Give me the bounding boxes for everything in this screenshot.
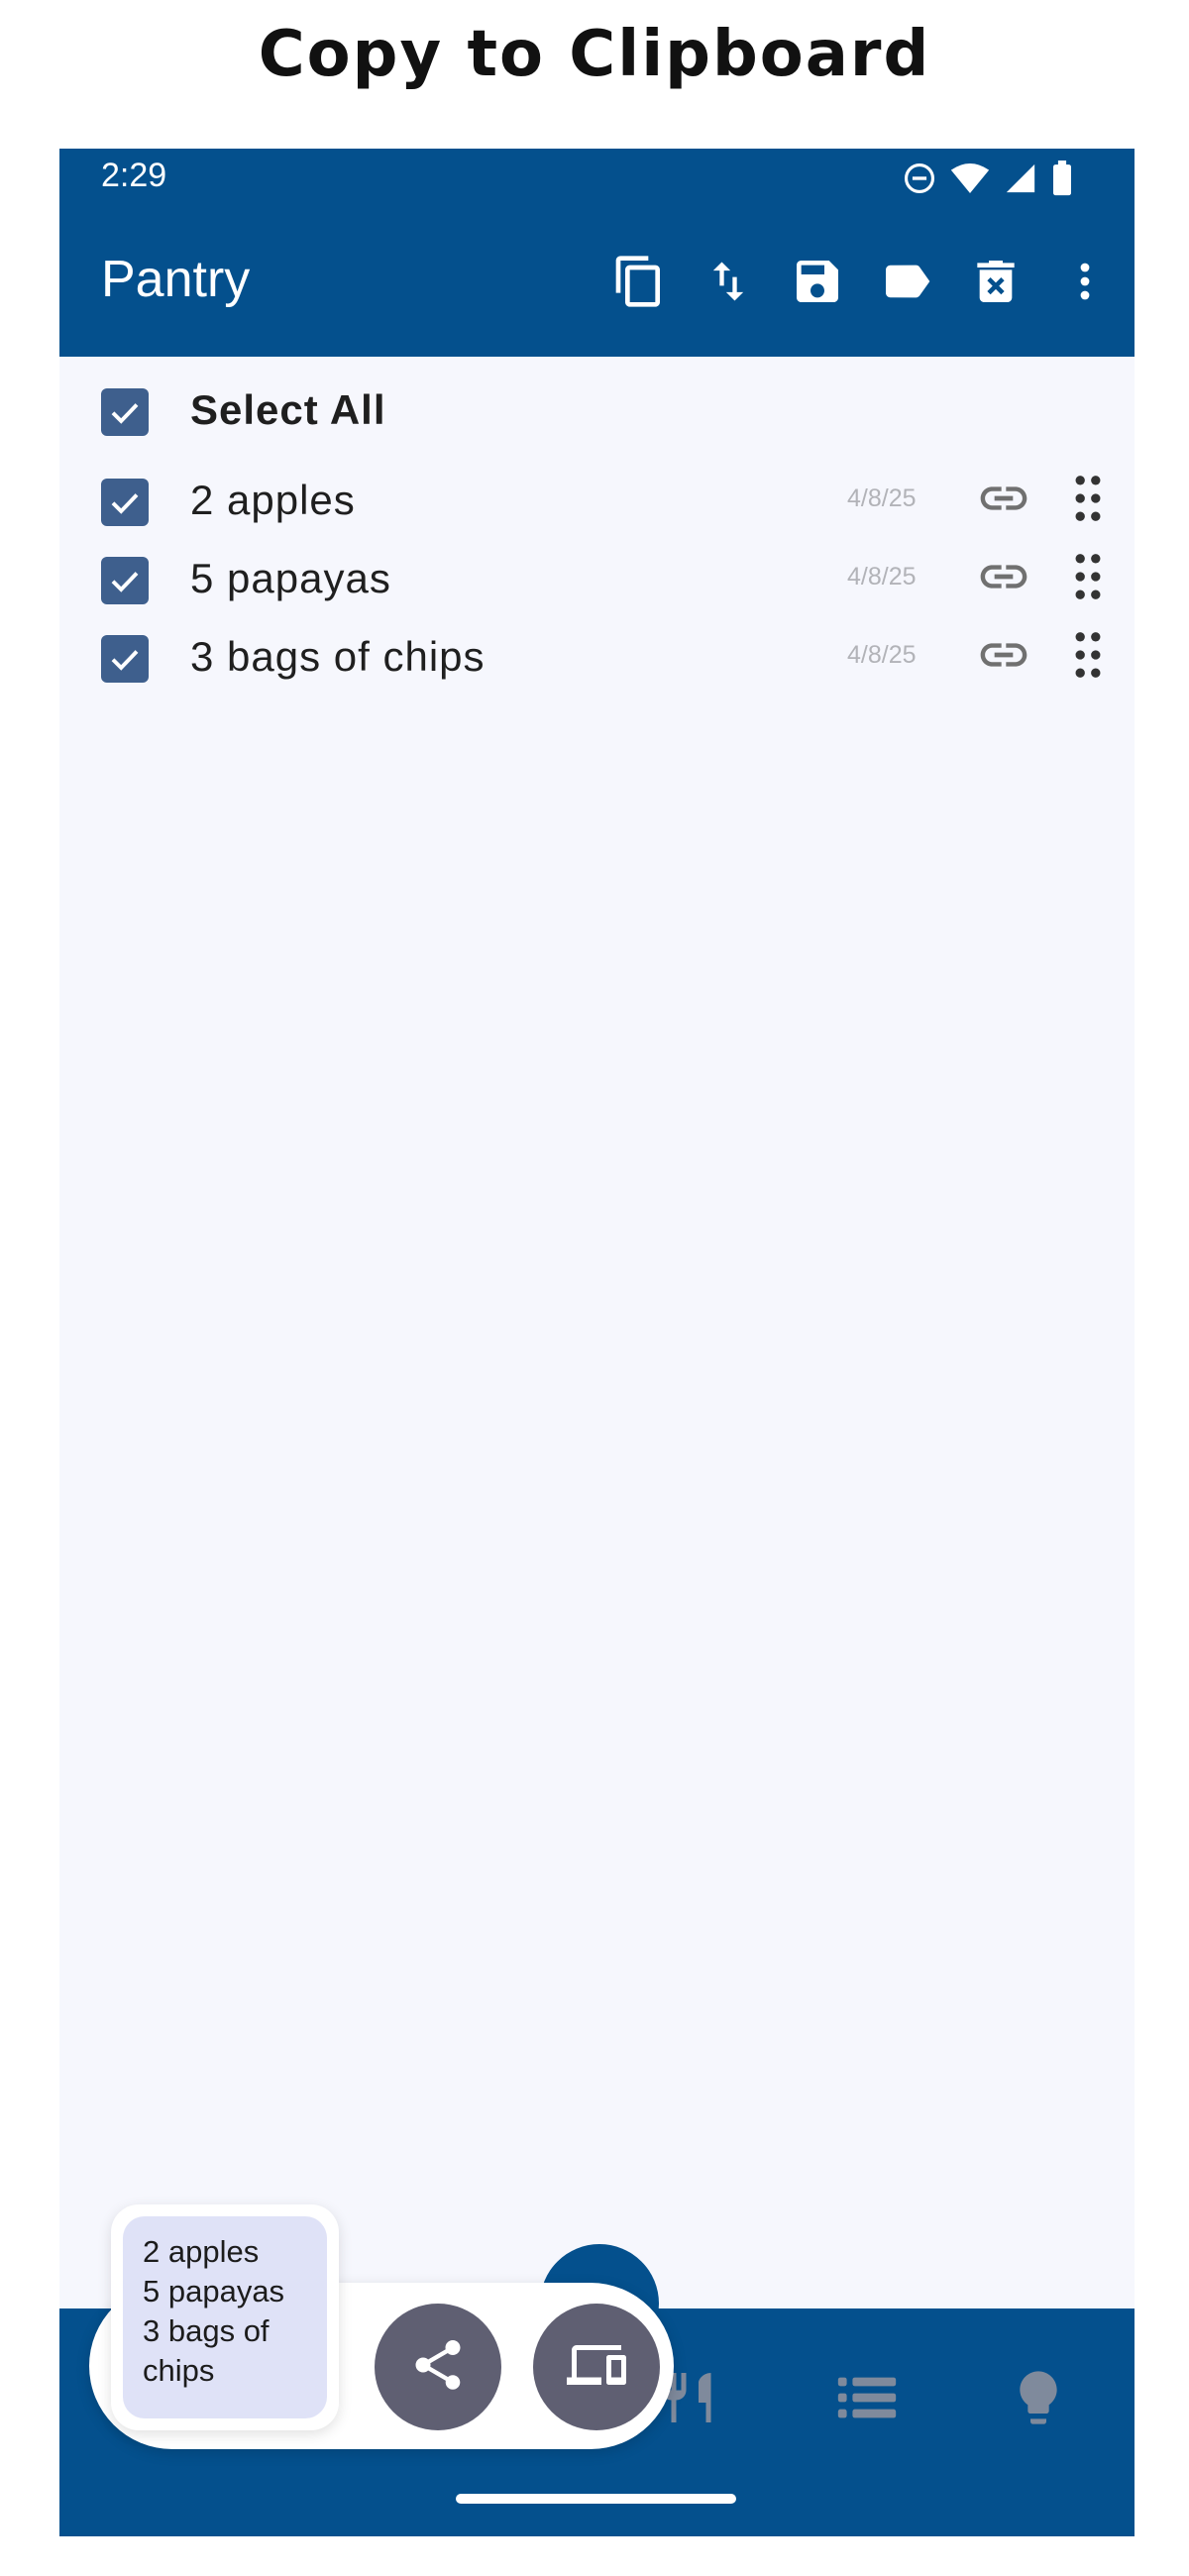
clipboard-line: 3 bags of: [143, 2313, 270, 2348]
list-icon[interactable]: [832, 2363, 902, 2436]
link-icon[interactable]: [976, 479, 1031, 522]
item-checkbox[interactable]: [101, 479, 149, 526]
select-all-label: Select All: [190, 386, 386, 433]
lightbulb-icon[interactable]: [1007, 2363, 1070, 2436]
drag-handle-icon[interactable]: [1070, 551, 1106, 606]
status-bar: 2:29: [59, 149, 1135, 210]
share-button[interactable]: [375, 2304, 501, 2430]
link-icon[interactable]: [976, 557, 1031, 600]
status-icons: [903, 161, 1073, 200]
label-icon: [879, 254, 934, 313]
copy-button[interactable]: [609, 254, 669, 313]
home-indicator: [456, 2494, 736, 2504]
signal-icon: [1004, 161, 1037, 199]
status-time: 2:29: [101, 157, 167, 194]
copy-icon: [611, 254, 667, 313]
delete-button[interactable]: [966, 254, 1026, 313]
select-all-row[interactable]: Select All: [59, 367, 1135, 446]
more-vert-icon: [1061, 256, 1109, 311]
item-label: 3 bags of chips: [190, 633, 486, 680]
sort-icon: [703, 256, 754, 311]
clipboard-line: 2 apples: [143, 2234, 260, 2269]
clipboard-line: chips: [143, 2353, 215, 2388]
app-bar: Pantry: [59, 210, 1135, 357]
clipboard-line: 5 papayas: [143, 2274, 285, 2308]
item-checkbox[interactable]: [101, 635, 149, 683]
do-not-disturb-icon: [903, 161, 936, 199]
link-icon[interactable]: [976, 635, 1031, 679]
list-item[interactable]: 5 papayas 4/8/25: [59, 537, 1135, 616]
wifi-icon: [950, 161, 990, 199]
list-item[interactable]: 3 bags of chips 4/8/25: [59, 615, 1135, 695]
drag-handle-icon[interactable]: [1070, 473, 1106, 528]
select-all-checkbox[interactable]: [101, 388, 149, 436]
drag-handle-icon[interactable]: [1070, 629, 1106, 685]
item-label: 2 apples: [190, 477, 356, 523]
clipboard-preview-card: 2 apples 5 papayas 3 bags of chips: [111, 2204, 339, 2430]
save-icon: [790, 254, 845, 313]
item-label: 5 papayas: [190, 555, 391, 601]
share-icon: [408, 2335, 468, 2399]
devices-icon: [565, 2335, 628, 2399]
item-checkbox[interactable]: [101, 557, 149, 604]
app-bar-actions: [609, 254, 1115, 313]
item-date: 4/8/25: [847, 641, 917, 669]
save-button[interactable]: [788, 254, 847, 313]
delete-icon: [968, 254, 1024, 313]
caption-title: Copy to Clipboard: [258, 18, 931, 91]
phone-screen: 2:29 Pantry Select All 2 apples 4/8/25 5…: [59, 149, 1135, 2536]
item-date: 4/8/25: [847, 484, 917, 512]
sort-button[interactable]: [699, 254, 758, 313]
item-date: 4/8/25: [847, 563, 917, 590]
more-button[interactable]: [1055, 254, 1115, 313]
send-to-device-button[interactable]: [533, 2304, 660, 2430]
label-button[interactable]: [877, 254, 936, 313]
clipboard-preview: 2 apples 5 papayas 3 bags of chips: [123, 2216, 327, 2418]
battery-icon: [1051, 161, 1073, 200]
page-title: Pantry: [101, 251, 251, 308]
list-item[interactable]: 2 apples 4/8/25: [59, 459, 1135, 538]
